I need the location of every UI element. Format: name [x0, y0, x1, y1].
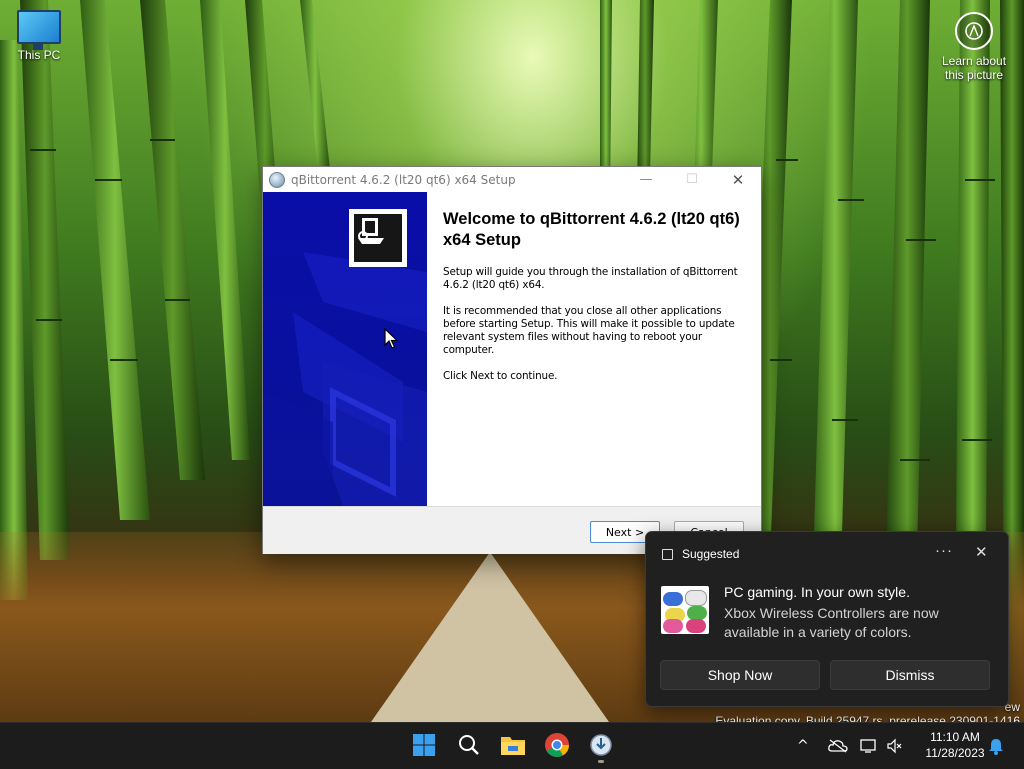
- stone-path: [371, 552, 609, 722]
- chrome-icon: [545, 733, 569, 758]
- system-clock[interactable]: 11:10 AM 11/28/2023: [915, 729, 995, 761]
- suggested-flag-icon: [662, 548, 673, 560]
- recommendation-paragraph: It is recommended that you close all oth…: [443, 305, 735, 356]
- learn-about-picture-icon[interactable]: Learn about this picture: [936, 12, 1012, 82]
- bell-icon: [989, 739, 1003, 755]
- folder-icon: [501, 737, 525, 755]
- chrome-button[interactable]: [543, 731, 571, 759]
- installer-content: Welcome to qBittorrent 4.6.2 (lt20 qt6) …: [263, 192, 761, 506]
- more-options-icon[interactable]: ···: [935, 542, 953, 559]
- continue-paragraph: Click Next to continue.: [443, 370, 558, 382]
- suggestion-notification[interactable]: Suggested ··· ✕ PC gaming. In your own s…: [645, 531, 1009, 707]
- clock-date: 11/28/2023: [925, 746, 985, 760]
- title-bar[interactable]: qBittorrent 4.6.2 (lt20 qt6) x64 Setup —…: [263, 167, 761, 192]
- camera-lens-icon: [955, 12, 993, 50]
- clock-time: 11:10 AM: [930, 730, 980, 744]
- notifications-button[interactable]: [988, 723, 1004, 769]
- installer-sidebar-banner: [263, 192, 427, 506]
- notification-header: Suggested: [662, 547, 739, 561]
- installer-taskbar-button[interactable]: [587, 731, 615, 763]
- file-explorer-button[interactable]: [499, 731, 527, 759]
- notification-title: PC gaming. In your own style.: [724, 584, 910, 600]
- shop-now-button[interactable]: Shop Now: [660, 660, 820, 690]
- running-indicator: [598, 760, 604, 763]
- dismiss-button[interactable]: Dismiss: [830, 660, 990, 690]
- taskbar: ^ 11:10 AM 11/28/2023: [0, 722, 1024, 769]
- intro-paragraph: Setup will guide you through the install…: [443, 266, 738, 291]
- monitor-icon: [17, 10, 61, 50]
- welcome-panel: Welcome to qBittorrent 4.6.2 (lt20 qt6) …: [443, 209, 743, 396]
- notification-source: Suggested: [682, 547, 740, 561]
- volume-muted-icon: [887, 738, 902, 754]
- xbox-controllers-image: [661, 586, 709, 634]
- network-monitor-icon: [860, 739, 876, 753]
- this-pc-desktop-icon[interactable]: This PC: [1, 10, 77, 62]
- start-button[interactable]: [410, 731, 438, 759]
- close-notification-icon[interactable]: ✕: [975, 543, 988, 561]
- maximize-button[interactable]: ☐: [669, 167, 715, 192]
- installer-window: qBittorrent 4.6.2 (lt20 qt6) x64 Setup —…: [262, 166, 762, 554]
- cloud-off-icon: [828, 739, 848, 753]
- installer-icon: [590, 734, 612, 756]
- installer-logo: [349, 209, 407, 267]
- chevron-up-icon: ^: [797, 738, 809, 754]
- volume-tray-icon[interactable]: [886, 723, 902, 769]
- welcome-heading: Welcome to qBittorrent 4.6.2 (lt20 qt6) …: [443, 210, 740, 249]
- windows-start-icon: [413, 734, 435, 756]
- close-button[interactable]: ✕: [715, 167, 761, 192]
- notification-body: Xbox Wireless Controllers are now availa…: [724, 605, 939, 640]
- window-title: qBittorrent 4.6.2 (lt20 qt6) x64 Setup: [291, 172, 516, 187]
- mouse-cursor-icon: [384, 328, 398, 349]
- learn-about-picture-label: Learn about this picture: [941, 54, 1007, 82]
- show-hidden-icons-button[interactable]: ^: [797, 723, 809, 769]
- onedrive-tray-icon[interactable]: [828, 723, 848, 769]
- this-pc-label: This PC: [17, 48, 61, 62]
- installer-icon: [354, 214, 402, 262]
- network-tray-icon[interactable]: [860, 723, 878, 769]
- minimize-button[interactable]: —: [623, 167, 669, 192]
- search-button[interactable]: [455, 731, 483, 759]
- qbittorrent-app-icon: [269, 171, 285, 188]
- search-icon: [459, 735, 479, 755]
